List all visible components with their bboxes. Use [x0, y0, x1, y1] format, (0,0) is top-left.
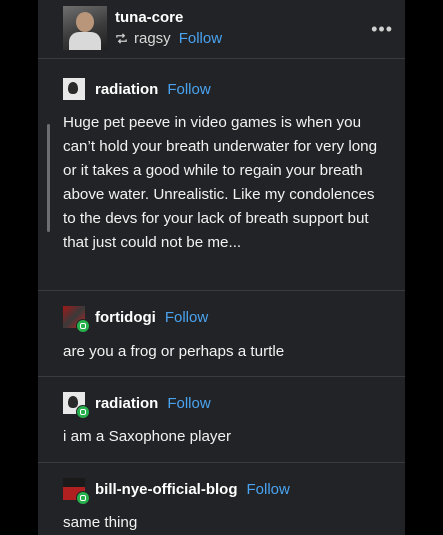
divider	[38, 462, 405, 463]
post-author-name[interactable]: tuna-core	[115, 9, 183, 26]
thread-entry-header: radiation Follow	[63, 76, 211, 102]
reblog-info: ragsy Follow	[115, 30, 222, 47]
thread-entry-header: fortidogi Follow	[63, 304, 208, 333]
reblog-badge-icon	[76, 491, 90, 505]
avatar[interactable]	[63, 78, 85, 100]
reblog-badge-icon	[76, 405, 90, 419]
follow-button[interactable]: Follow	[247, 481, 290, 498]
divider	[38, 290, 405, 291]
avatar-image	[63, 78, 85, 100]
thread-entry-text: i am a Saxophone player	[63, 428, 232, 445]
thread-author-name[interactable]: radiation	[95, 395, 158, 412]
thread-author-name[interactable]: radiation	[95, 81, 158, 98]
thread-author-name[interactable]: fortidogi	[95, 309, 156, 326]
follow-button[interactable]: Follow	[167, 81, 210, 98]
follow-button[interactable]: Follow	[165, 309, 208, 326]
avatar[interactable]	[63, 478, 90, 505]
avatar[interactable]	[63, 6, 107, 50]
divider	[38, 58, 405, 59]
thread-author-name[interactable]: bill-nye-official-blog	[95, 481, 238, 498]
post-card: tuna-core ragsy Follow ••• radiation Fol…	[38, 0, 405, 535]
thread-entry-text: are you a frog or perhaps a turtle	[63, 343, 285, 360]
thread-entry-text: Huge pet peeve in video games is when yo…	[63, 114, 378, 251]
quote-bar	[47, 124, 50, 232]
avatar-shirt-shape	[69, 32, 101, 50]
follow-button[interactable]: Follow	[179, 30, 222, 47]
thread-entry-text: same thing	[63, 514, 138, 531]
avatar[interactable]	[63, 306, 90, 333]
reblog-badge-icon	[76, 319, 90, 333]
thread-entry-header: radiation Follow	[63, 390, 211, 419]
avatar-head-shape	[76, 12, 94, 32]
avatar[interactable]	[63, 392, 90, 419]
follow-button[interactable]: Follow	[167, 395, 210, 412]
reblog-source-name[interactable]: ragsy	[134, 30, 171, 47]
reblog-icon	[116, 33, 127, 44]
divider	[38, 376, 405, 377]
ellipsis-icon[interactable]: •••	[371, 20, 393, 38]
post-header: tuna-core ragsy Follow •••	[63, 6, 393, 50]
thread-entry-header: bill-nye-official-blog Follow	[63, 476, 290, 505]
